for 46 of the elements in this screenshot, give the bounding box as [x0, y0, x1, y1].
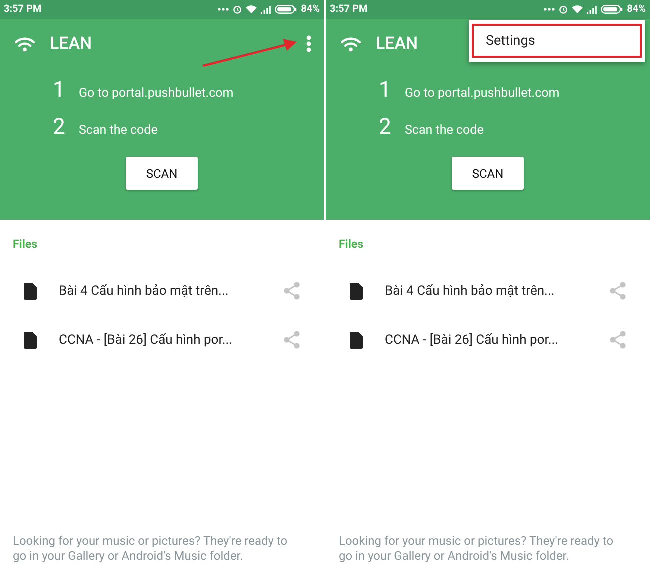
battery-icon: [601, 5, 624, 14]
step-number: 2: [53, 115, 66, 140]
file-name[interactable]: CCNA - [Bài 26] Cấu hình por...: [385, 332, 610, 348]
signal-icon: [261, 6, 272, 14]
file-icon: [350, 332, 363, 348]
step-number: 1: [379, 78, 392, 103]
more-icon: [544, 8, 556, 11]
battery-percent: 84%: [301, 4, 320, 15]
file-name[interactable]: Bài 4 Cấu hình bảo mật trên...: [385, 284, 610, 298]
scan-button[interactable]: SCAN: [126, 157, 198, 190]
battery-icon: [275, 5, 298, 14]
share-icon[interactable]: [284, 331, 300, 349]
status-time: 3:57 PM: [4, 4, 42, 15]
scan-button[interactable]: SCAN: [452, 157, 524, 190]
app-title: LEAN: [376, 34, 418, 54]
wifi-icon: [15, 36, 35, 52]
alarm-icon: [559, 5, 568, 14]
wifi-icon: [341, 36, 361, 52]
battery-percent: 84%: [627, 4, 646, 15]
file-name[interactable]: Bài 4 Cấu hình bảo mật trên...: [59, 284, 284, 298]
footer-text: Looking for your music or pictures? They're ready to go in your Gallery or Android's Music folder.: [12, 534, 289, 565]
file-icon: [24, 332, 37, 348]
step-text: Scan the code: [79, 123, 158, 138]
wifi-icon: [572, 5, 584, 14]
step-text: Go to portal.pushbullet.com: [405, 86, 560, 101]
step-text: Go to portal.pushbullet.com: [79, 86, 234, 101]
menu-item[interactable]: Settings: [472, 24, 642, 58]
step-number: 1: [53, 78, 66, 103]
overflow-menu-icon[interactable]: [306, 35, 312, 53]
signal-icon: [587, 6, 598, 14]
section-title: Files: [12, 236, 39, 251]
alarm-icon: [233, 5, 242, 14]
file-icon: [350, 282, 363, 300]
step-number: 2: [379, 115, 392, 140]
wifi-icon: [246, 5, 258, 14]
app-title: LEAN: [50, 34, 92, 54]
share-icon[interactable]: [610, 331, 626, 349]
share-icon[interactable]: [610, 282, 626, 300]
share-icon[interactable]: [284, 282, 300, 300]
file-name[interactable]: CCNA - [Bài 26] Cấu hình por...: [59, 332, 284, 348]
status-time: 3:57 PM: [330, 4, 368, 15]
section-title: Files: [338, 236, 365, 251]
footer-text: Looking for your music or pictures? They're ready to go in your Gallery or Android's Music folder.: [338, 534, 615, 565]
file-icon: [24, 282, 37, 300]
step-text: Scan the code: [405, 123, 484, 138]
more-icon: [218, 8, 230, 11]
